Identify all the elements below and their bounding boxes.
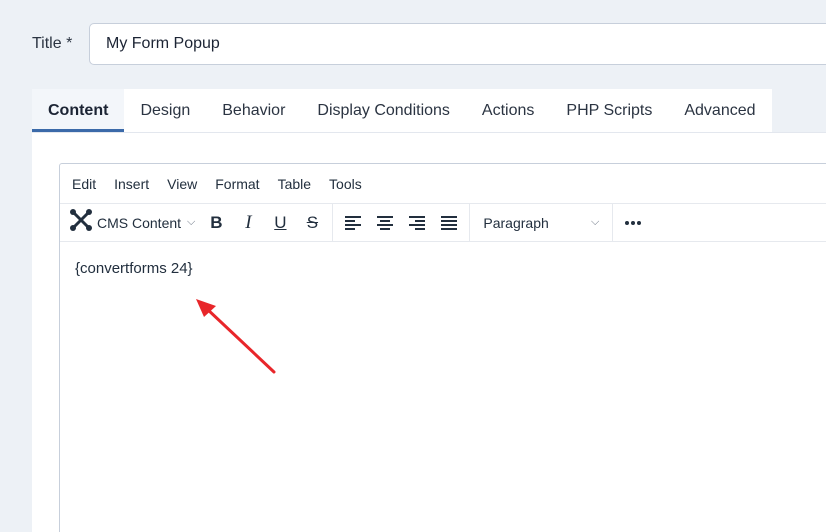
editor-paragraph: {convertforms 24} <box>75 260 193 277</box>
chevron-down-icon: ⌵ <box>591 216 600 228</box>
title-label: Title * <box>32 35 73 52</box>
cms-content-button[interactable]: CMS Content ⌵ <box>65 208 199 238</box>
menu-format[interactable]: Format <box>206 176 268 192</box>
menu-table[interactable]: Table <box>269 176 320 192</box>
rich-text-editor: Edit Insert View Format Table Tools CMS … <box>59 163 826 532</box>
editor-toolbar: CMS Content ⌵ B I U S Paragraph ⌵ <box>60 203 826 242</box>
tab-bar: Content Design Behavior Display Conditio… <box>32 89 772 132</box>
italic-icon: I <box>245 211 252 233</box>
cms-group: CMS Content ⌵ B I U S <box>60 203 334 242</box>
title-input[interactable] <box>89 23 826 65</box>
align-justify-icon <box>441 215 458 230</box>
menu-view[interactable]: View <box>158 176 206 192</box>
italic-button[interactable]: I <box>233 208 263 238</box>
editor-body[interactable]: {convertforms 24} <box>60 242 826 295</box>
align-left-button[interactable] <box>338 208 368 238</box>
menu-insert[interactable]: Insert <box>105 176 158 192</box>
tab-design[interactable]: Design <box>124 89 206 132</box>
underline-icon: U <box>274 212 287 232</box>
strikethrough-button[interactable]: S <box>297 208 327 238</box>
align-left-icon <box>345 215 362 230</box>
cms-content-label: CMS Content <box>97 214 182 231</box>
more-icon <box>625 220 642 225</box>
block-format-select[interactable]: Paragraph ⌵ <box>475 208 607 238</box>
tab-php-scripts[interactable]: PHP Scripts <box>550 89 668 132</box>
title-row: Title * <box>0 0 826 88</box>
menu-edit[interactable]: Edit <box>63 176 105 192</box>
tab-display-conditions[interactable]: Display Conditions <box>301 89 466 132</box>
editor-menubar: Edit Insert View Format Table Tools <box>60 164 826 204</box>
more-group <box>613 204 653 242</box>
align-center-button[interactable] <box>370 208 400 238</box>
joomla-icon <box>69 208 93 237</box>
chevron-down-icon: ⌵ <box>187 216 196 228</box>
block-format-value: Paragraph <box>483 214 549 231</box>
tab-behavior[interactable]: Behavior <box>206 89 301 132</box>
bold-button[interactable]: B <box>201 208 231 238</box>
align-center-icon <box>377 215 394 230</box>
tab-advanced[interactable]: Advanced <box>668 89 771 132</box>
menu-tools[interactable]: Tools <box>320 176 371 192</box>
tab-actions[interactable]: Actions <box>466 89 550 132</box>
underline-button[interactable]: U <box>265 208 295 238</box>
block-format-group: Paragraph ⌵ <box>470 203 614 242</box>
annotation-arrow-icon <box>196 299 276 374</box>
align-justify-button[interactable] <box>434 208 464 238</box>
align-right-icon <box>409 215 426 230</box>
bold-icon: B <box>210 212 223 232</box>
tab-content[interactable]: Content <box>32 89 125 132</box>
align-group <box>333 203 471 242</box>
strikethrough-icon: S <box>306 212 319 232</box>
align-right-button[interactable] <box>402 208 432 238</box>
more-button[interactable] <box>618 208 648 238</box>
